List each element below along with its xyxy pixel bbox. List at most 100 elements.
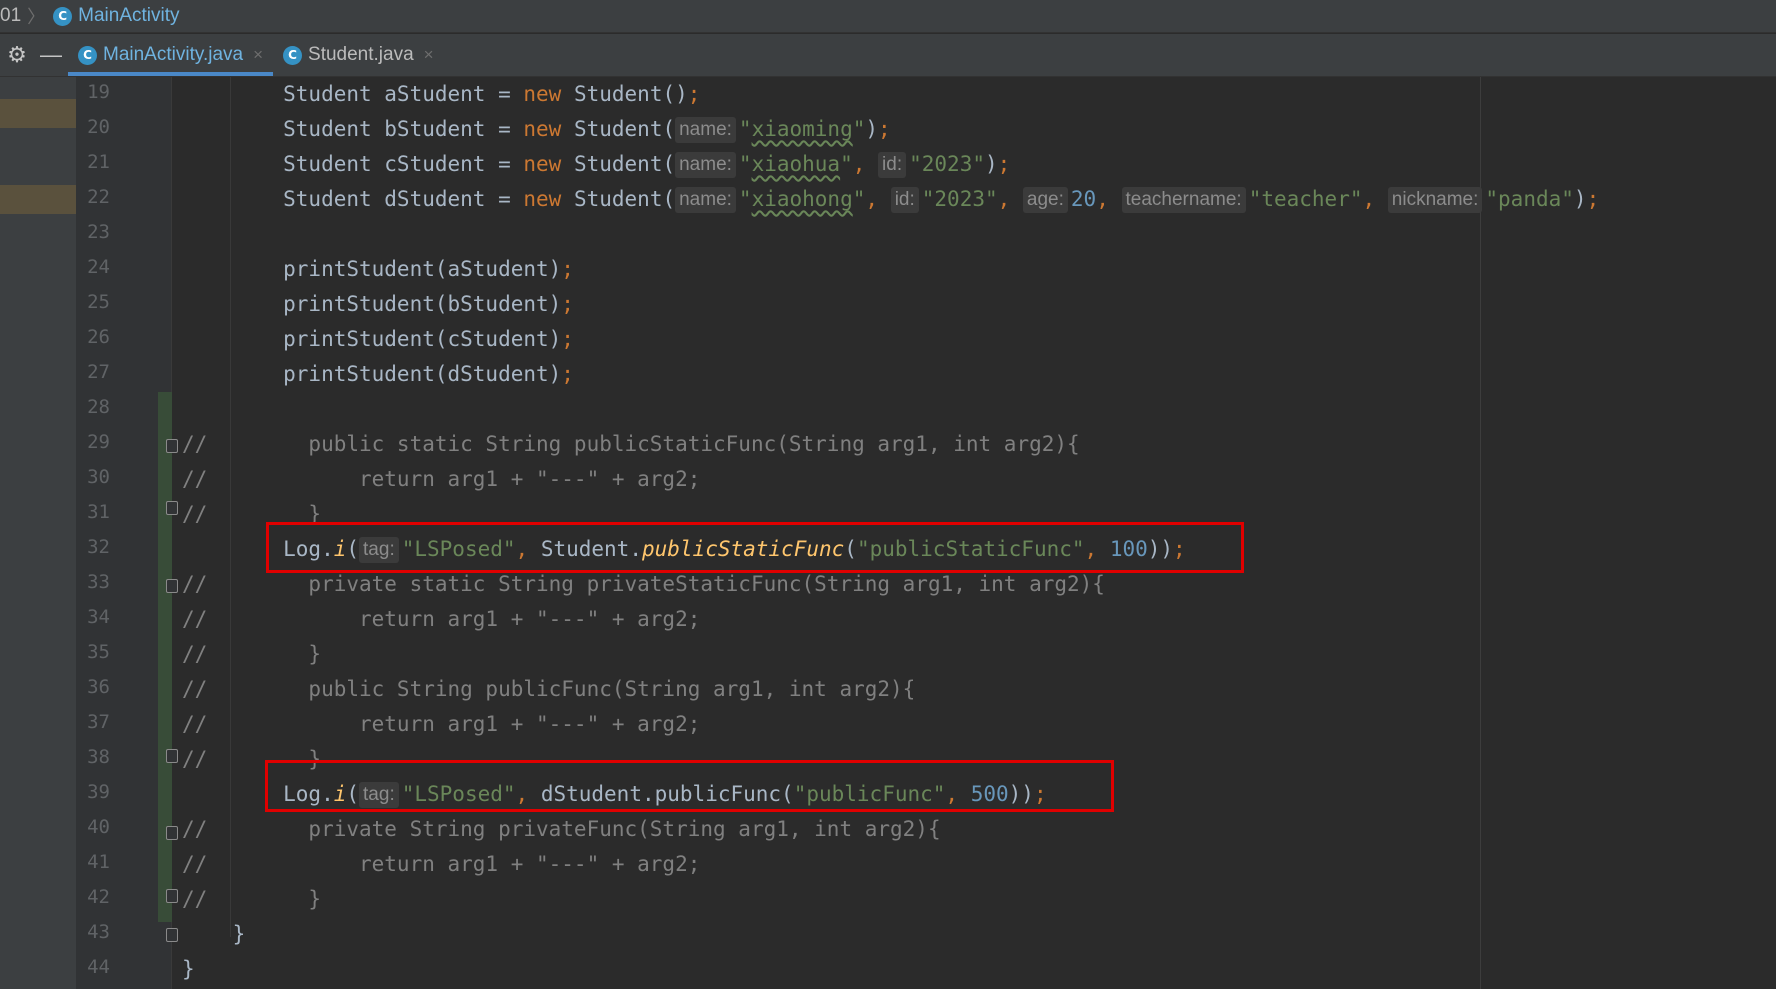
- code-token: Student cStudent =: [182, 152, 524, 176]
- code-line[interactable]: 22 Student dStudent = new Student(name: "…: [0, 182, 1776, 217]
- code-token: Student(: [561, 187, 676, 211]
- class-icon: C: [283, 45, 303, 65]
- code-token: // return arg1 + "---" + arg2;: [182, 607, 701, 631]
- code-text[interactable]: // return arg1 + "---" + arg2;: [182, 849, 700, 879]
- line-number: 26: [87, 326, 110, 348]
- code-text[interactable]: // private static String privateStaticFu…: [182, 569, 1105, 599]
- line-number: 43: [87, 921, 110, 943]
- code-line[interactable]: 23: [0, 217, 1776, 252]
- code-text[interactable]: // }: [182, 639, 321, 669]
- code-line[interactable]: 42 // }: [0, 882, 1776, 917]
- tab-student[interactable]: C Student.java ×: [273, 34, 444, 76]
- code-token: }: [182, 922, 246, 946]
- code-line[interactable]: 30 // return arg1 + "---" + arg2;: [0, 462, 1776, 497]
- code-text[interactable]: // private String privateFunc(String arg…: [182, 814, 941, 844]
- code-line[interactable]: 41 // return arg1 + "---" + arg2;: [0, 847, 1776, 882]
- line-number: 39: [87, 781, 110, 803]
- class-icon: C: [78, 45, 97, 65]
- code-text[interactable]: Student cStudent = new Student(name: "xia…: [182, 149, 1010, 179]
- code-line[interactable]: 44}: [0, 952, 1776, 987]
- breadcrumb-separator-icon: 〉: [27, 7, 46, 27]
- code-token: ,: [865, 187, 891, 211]
- line-number: 29: [87, 431, 110, 453]
- minus-icon[interactable]: —: [34, 34, 68, 76]
- line-number: 40: [87, 816, 110, 838]
- code-token: "2023": [909, 152, 985, 176]
- code-token: ": [738, 117, 752, 141]
- code-line[interactable]: 27 printStudent(dStudent);: [0, 357, 1776, 392]
- code-line[interactable]: 37 // return arg1 + "---" + arg2;: [0, 707, 1776, 742]
- code-line[interactable]: 25 printStudent(bStudent);: [0, 287, 1776, 322]
- line-number: 44: [87, 956, 110, 978]
- code-token: ;: [878, 117, 891, 141]
- code-line[interactable]: 35 // }: [0, 637, 1776, 672]
- line-number: 32: [87, 536, 110, 558]
- code-line[interactable]: 29 // public static String publicStaticFu…: [0, 427, 1776, 462]
- code-line[interactable]: 21 Student cStudent = new Student(name: "…: [0, 147, 1776, 182]
- code-text[interactable]: printStudent(aStudent);: [182, 254, 574, 284]
- code-text[interactable]: // public static String publicStaticFunc…: [182, 429, 1080, 459]
- gear-icon[interactable]: ⚙: [0, 34, 34, 76]
- close-icon[interactable]: ×: [253, 45, 263, 65]
- code-token: ;: [1586, 187, 1600, 211]
- code-token: ;: [997, 152, 1011, 176]
- code-line[interactable]: 26 printStudent(cStudent);: [0, 322, 1776, 357]
- code-token: printStudent(dStudent): [182, 362, 562, 386]
- code-token: ): [984, 152, 998, 176]
- code-editor[interactable]: 19 Student aStudent = new Student(); 20 S…: [0, 77, 1776, 989]
- breadcrumb-prev[interactable]: 01: [0, 5, 21, 27]
- close-icon[interactable]: ×: [424, 45, 434, 65]
- line-number: 35: [87, 641, 110, 663]
- code-token: // private String privateFunc(String arg…: [182, 817, 941, 841]
- code-text[interactable]: // }: [182, 884, 321, 914]
- editor-tab-bar: ⚙ — C MainActivity.java × C Student.java…: [0, 34, 1776, 77]
- code-text[interactable]: }: [182, 919, 246, 949]
- code-token: // }: [182, 887, 322, 911]
- code-token: ;: [561, 257, 574, 281]
- tab-mainactivity[interactable]: C MainActivity.java ×: [68, 34, 274, 76]
- code-text[interactable]: Student dStudent = new Student(name: "xia…: [182, 184, 1599, 214]
- code-token: ;: [561, 292, 574, 316]
- code-token: }: [182, 957, 195, 981]
- parameter-hint: nickname:: [1387, 187, 1483, 213]
- code-text[interactable]: // public String publicFunc(String arg1,…: [182, 674, 915, 704]
- line-number: 20: [87, 116, 110, 138]
- line-number: 23: [87, 221, 110, 243]
- code-token: // return arg1 + "---" + arg2;: [182, 712, 701, 736]
- code-token: Student(: [561, 117, 676, 141]
- code-text[interactable]: Student bStudent = new Student(name: "xia…: [182, 114, 891, 144]
- code-line[interactable]: 28: [0, 392, 1776, 427]
- line-number: 37: [87, 711, 110, 733]
- line-number: 42: [87, 886, 110, 908]
- code-line[interactable]: 19 Student aStudent = new Student();: [0, 77, 1776, 112]
- code-text[interactable]: Student aStudent = new Student();: [182, 79, 700, 109]
- code-token: ;: [561, 362, 574, 386]
- code-text[interactable]: // return arg1 + "---" + arg2;: [182, 464, 700, 494]
- class-icon: C: [53, 6, 73, 26]
- code-token: ": [852, 187, 866, 211]
- code-text[interactable]: printStudent(bStudent);: [182, 289, 574, 319]
- code-token: xiaohong: [751, 187, 853, 211]
- code-text[interactable]: printStudent(cStudent);: [182, 324, 574, 354]
- code-text[interactable]: // return arg1 + "---" + arg2;: [182, 604, 700, 634]
- line-number: 24: [87, 256, 110, 278]
- code-token: Student(: [561, 152, 676, 176]
- code-line[interactable]: 43 }: [0, 917, 1776, 952]
- code-text[interactable]: // return arg1 + "---" + arg2;: [182, 709, 700, 739]
- code-token: ,: [1362, 187, 1388, 211]
- code-line[interactable]: 24 printStudent(aStudent);: [0, 252, 1776, 287]
- line-number: 33: [87, 571, 110, 593]
- code-line[interactable]: 40 // private String privateFunc(String a…: [0, 812, 1776, 847]
- breadcrumb-current[interactable]: MainActivity: [78, 5, 179, 27]
- code-line[interactable]: 20 Student bStudent = new Student(name: "…: [0, 112, 1776, 147]
- code-token: // return arg1 + "---" + arg2;: [182, 852, 701, 876]
- code-line[interactable]: 36 // public String publicFunc(String arg…: [0, 672, 1776, 707]
- code-text[interactable]: }: [182, 954, 195, 984]
- code-text[interactable]: printStudent(dStudent);: [182, 359, 574, 389]
- code-line[interactable]: 34 // return arg1 + "---" + arg2;: [0, 602, 1776, 637]
- code-token: ": [738, 152, 752, 176]
- code-token: Student aStudent =: [182, 82, 524, 106]
- code-token: ,: [852, 152, 879, 176]
- parameter-hint: age:: [1022, 187, 1068, 213]
- code-token: new: [523, 117, 562, 141]
